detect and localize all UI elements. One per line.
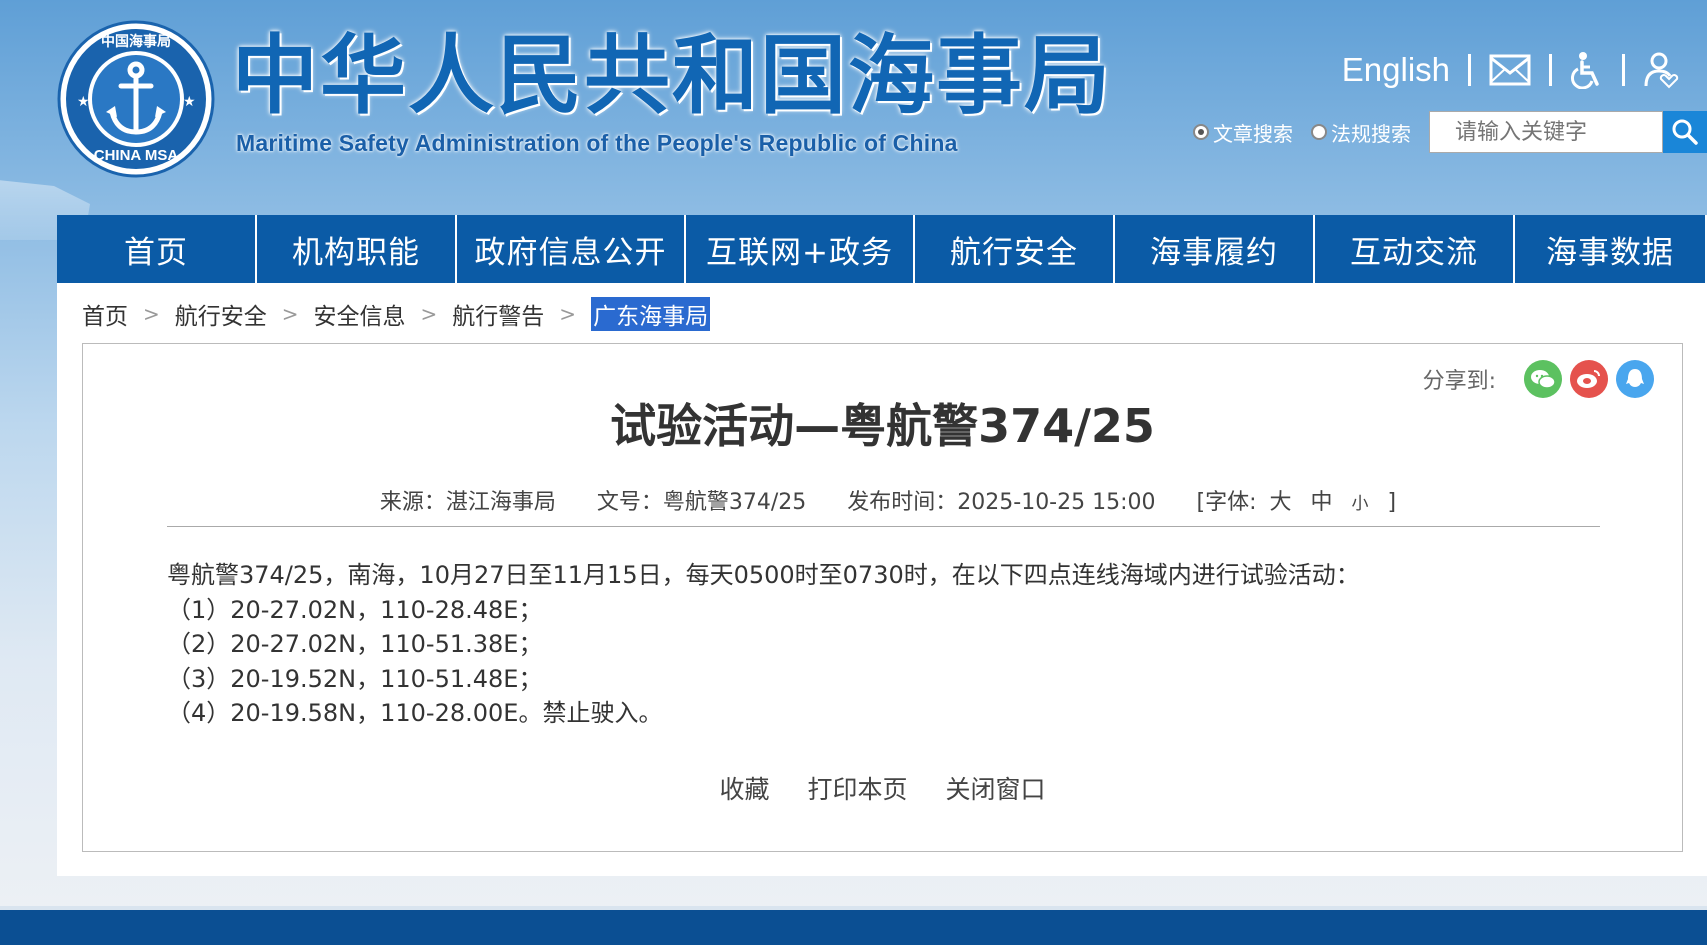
article-doc-number: 文号：粤航警374/25	[596, 490, 807, 515]
breadcrumb-home[interactable]: 首页	[82, 297, 128, 331]
nav-item-navigation-safety[interactable]: 航行安全	[915, 215, 1113, 283]
divider	[1622, 54, 1625, 86]
font-size-medium[interactable]: 中	[1311, 490, 1333, 515]
breadcrumb: 首页 > 航行安全 > 安全信息 > 航行警告 > 广东海事局	[82, 297, 711, 331]
article-meta: 来源：湛江海事局 文号：粤航警374/25 发布时间：2025-10-25 15…	[83, 484, 1682, 516]
article-panel: 分享到: 试验活动—粤航警374/25 来源：湛江海事局 文号：粤航警374/2…	[82, 343, 1683, 852]
accessibility-icon[interactable]	[1570, 51, 1604, 89]
footer-bar	[0, 910, 1707, 945]
close-window-link[interactable]: 关闭窗口	[945, 775, 1045, 804]
divider	[1549, 54, 1552, 86]
mail-icon[interactable]	[1489, 54, 1531, 86]
site-title-cn: 中华人民共和国海事局	[232, 25, 1112, 126]
font-size-small[interactable]: 小	[1352, 494, 1369, 514]
search-input[interactable]	[1429, 111, 1663, 153]
body-paragraph: （1）20-27.02N，110-28.48E；	[167, 595, 543, 624]
radio-label: 法规搜索	[1331, 121, 1411, 146]
nav-item-internet-gov[interactable]: 互联网+政务	[686, 215, 913, 283]
nav-item-home[interactable]: 首页	[57, 215, 255, 283]
care-mode-icon[interactable]	[1643, 51, 1679, 89]
body-paragraph: （4）20-19.58N，110-28.00E。禁止驶入。	[167, 699, 663, 727]
svg-text:★: ★	[183, 94, 196, 110]
msa-logo[interactable]: CHINA MSA 中国海事局 ★ ★	[57, 20, 215, 178]
search-icon	[1672, 119, 1698, 145]
print-link[interactable]: 打印本页	[807, 775, 907, 804]
nav-item-open-gov[interactable]: 政府信息公开	[457, 215, 684, 283]
content-area: 首页 > 航行安全 > 安全信息 > 航行警告 > 广东海事局 分享到: 试验活…	[57, 283, 1707, 876]
logo-text-cn: 中国海事局	[101, 33, 171, 50]
article-publish-time: 发布时间：2025-10-25 15:00	[847, 490, 1156, 515]
logo-text-en: CHINA MSA	[94, 147, 179, 164]
breadcrumb-safety-info[interactable]: 安全信息	[314, 297, 406, 331]
radio-label: 文章搜索	[1213, 121, 1293, 146]
breadcrumb-nav-warnings[interactable]: 航行警告	[452, 297, 544, 331]
nav-item-compliance[interactable]: 海事履约	[1115, 215, 1313, 283]
svg-text:★: ★	[77, 94, 90, 110]
radio-dot[interactable]	[1193, 124, 1209, 140]
breadcrumb-navigation-safety[interactable]: 航行安全	[175, 297, 267, 331]
radio-dot[interactable]	[1311, 124, 1327, 140]
site-title-en: Maritime Safety Administration of the Pe…	[236, 130, 958, 156]
nav-item-functions[interactable]: 机构职能	[257, 215, 455, 283]
radio-law-search[interactable]: 法规搜索	[1311, 118, 1411, 147]
body-paragraph: （2）20-27.02N，110-51.38E；	[167, 630, 543, 658]
body-paragraph: （3）20-19.52N，110-51.48E；	[167, 664, 543, 693]
main-nav: 首页 机构职能 政府信息公开 互联网+政务 航行安全 海事履约 互动交流 海事数…	[57, 215, 1707, 283]
favorite-link[interactable]: 收藏	[720, 775, 770, 804]
font-size-large[interactable]: 大	[1270, 490, 1292, 515]
article-title: 试验活动—粤航警374/25	[610, 399, 1155, 453]
article-source: 来源：湛江海事局	[379, 490, 556, 515]
radio-article-search[interactable]: 文章搜索	[1193, 118, 1293, 147]
site-header: CHINA MSA 中国海事局 ★ ★ 中华人民共和国海事局 Maritime …	[0, 0, 1707, 215]
top-links: English	[1342, 48, 1679, 92]
body-paragraph: 粤航警374/25，南海，10月27日至11月15日，每天0500时至0730时…	[167, 561, 1360, 589]
font-size-close: ]	[1387, 490, 1397, 515]
nav-item-interaction[interactable]: 互动交流	[1315, 215, 1513, 283]
search-button[interactable]	[1663, 111, 1707, 153]
search-bar: 文章搜索 法规搜索	[1193, 111, 1707, 153]
article-body: 粤航警374/25，南海，10月27日至11月15日，每天0500时至0730时…	[167, 558, 1360, 731]
divider	[167, 526, 1600, 527]
english-link[interactable]: English	[1342, 51, 1450, 89]
article-actions: 收藏 打印本页 关闭窗口	[83, 770, 1682, 806]
font-size-label: [字体:	[1196, 490, 1257, 515]
nav-item-data[interactable]: 海事数据	[1515, 215, 1705, 283]
divider	[1468, 54, 1471, 86]
breadcrumb-current[interactable]: 广东海事局	[591, 297, 711, 331]
